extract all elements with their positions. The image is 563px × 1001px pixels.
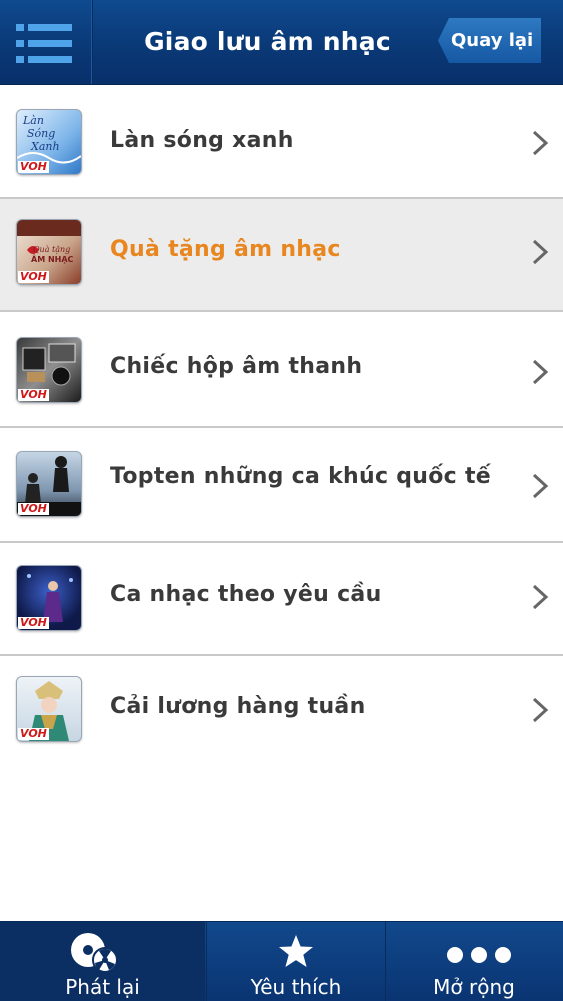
program-thumbnail: VOH [16, 451, 82, 517]
program-thumbnail: VOH [16, 337, 82, 403]
svg-text:Quà tặng: Quà tặng [33, 245, 70, 254]
program-thumbnail: VOH [16, 565, 82, 631]
voh-tag: VOH [18, 727, 49, 740]
svg-text:Sóng: Sóng [27, 127, 55, 140]
top-nav-bar: Giao lưu âm nhạc Quay lại [0, 0, 563, 85]
chevron-right-icon [532, 239, 549, 265]
chevron-right-icon [532, 473, 549, 499]
program-list: Làn Sóng Xanh VOH Làn sóng xanh Quà tặng… [0, 85, 563, 750]
chevron-right-icon [532, 130, 549, 156]
program-thumbnail: Làn Sóng Xanh VOH [16, 109, 82, 175]
voh-tag: VOH [18, 502, 49, 515]
tab-label: Mở rộng [433, 975, 515, 999]
star-icon [279, 935, 313, 967]
tab-yeu-thich[interactable]: Yêu thích [206, 922, 386, 1001]
svg-text:Làn: Làn [22, 114, 44, 127]
tab-mo-rong[interactable]: Mở rộng [385, 922, 563, 1001]
voh-tag: VOH [18, 388, 49, 401]
list-item-label: Ca nhạc theo yêu cầu [110, 582, 382, 607]
list-item-ca-nhac-theo-yeu-cau[interactable]: VOH Ca nhạc theo yêu cầu [0, 543, 563, 656]
svg-text:Xanh: Xanh [30, 140, 60, 153]
list-item-label: Chiếc hộp âm thanh [110, 354, 363, 379]
page-title: Giao lưu âm nhạc [144, 27, 391, 56]
list-item-label: Quà tặng âm nhạc [110, 237, 341, 262]
chevron-right-icon [532, 584, 549, 610]
tab-label: Phát lại [65, 975, 140, 999]
list-item-lan-song-xanh[interactable]: Làn Sóng Xanh VOH Làn sóng xanh [0, 85, 563, 199]
bottom-tab-bar: Phát lại Yêu thích Mở rộng [0, 921, 563, 1001]
list-item-chiec-hop-am-thanh[interactable]: VOH Chiếc hộp âm thanh [0, 312, 563, 428]
list-item-topten[interactable]: VOH Topten những ca khúc quốc tế [0, 428, 563, 543]
program-thumbnail: VOH [16, 676, 82, 742]
disc-icon [71, 933, 118, 973]
back-button[interactable]: Quay lại [438, 18, 541, 63]
list-item-label: Làn sóng xanh [110, 128, 294, 153]
back-button-label: Quay lại [451, 30, 534, 51]
list-item-cai-luong-hang-tuan[interactable]: VOH Cải lương hàng tuần [0, 656, 563, 750]
list-item-label: Topten những ca khúc quốc tế [110, 464, 492, 489]
list-item-qua-tang-am-nhac[interactable]: Quà tặng ÂM NHẠC VOH Quà tặng âm nhạc [0, 199, 563, 312]
voh-tag: VOH [18, 160, 49, 173]
voh-tag: VOH [18, 616, 49, 629]
list-item-label: Cải lương hàng tuần [110, 694, 366, 719]
program-thumbnail: Quà tặng ÂM NHẠC VOH [16, 219, 82, 285]
chevron-right-icon [532, 359, 549, 385]
tab-phat-lai[interactable]: Phát lại [0, 922, 205, 1001]
tab-label: Yêu thích [250, 975, 342, 999]
voh-tag: VOH [18, 270, 49, 283]
svg-text:ÂM NHẠC: ÂM NHẠC [31, 253, 74, 264]
menu-button[interactable] [0, 0, 93, 84]
chevron-right-icon [532, 697, 549, 723]
more-dots-icon [447, 947, 511, 963]
menu-list-icon [16, 24, 72, 63]
